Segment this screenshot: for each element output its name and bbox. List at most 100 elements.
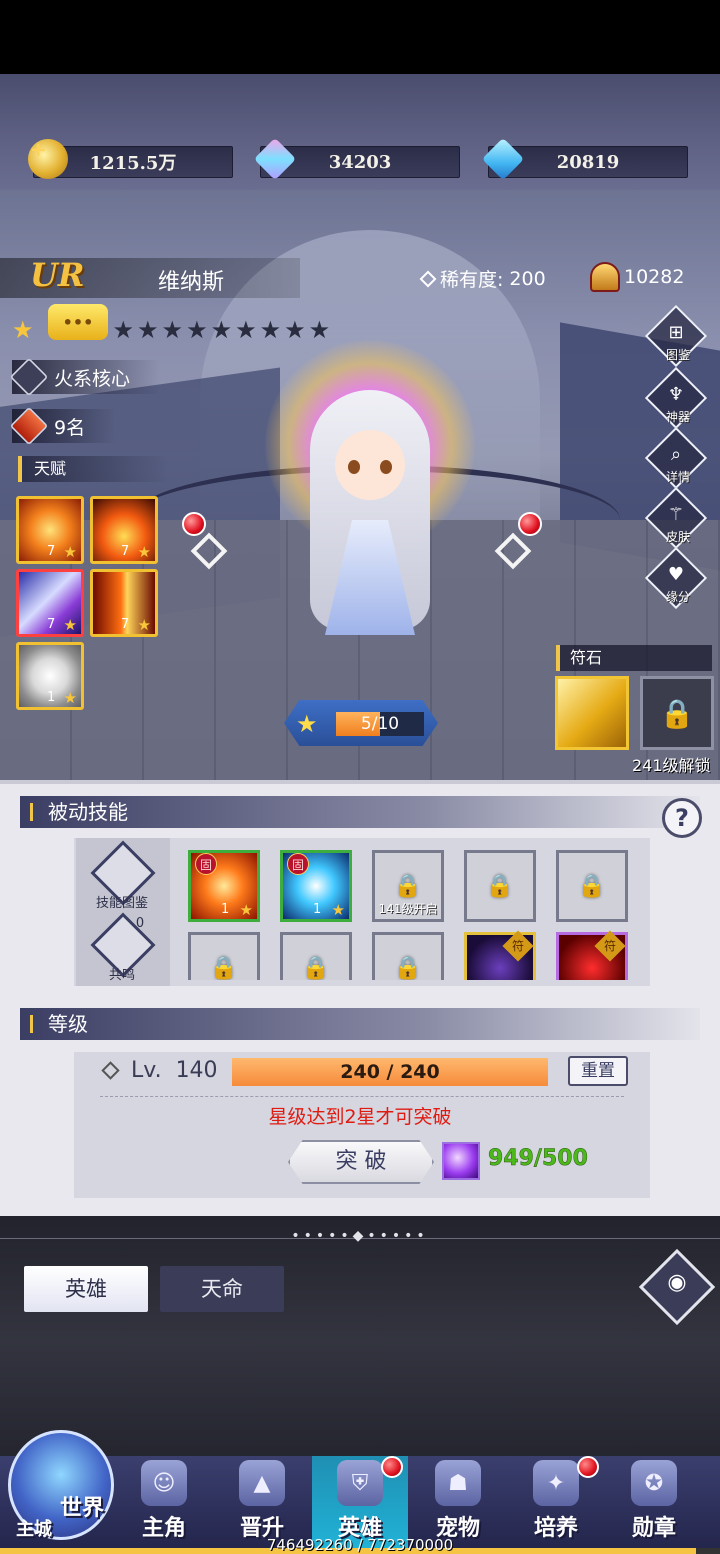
breakthrough-button[interactable]: 突 破: [288, 1140, 434, 1184]
nav-pet[interactable]: ☗ 宠物: [410, 1456, 506, 1548]
passive-skill-fire[interactable]: 固 1 ★: [188, 850, 260, 922]
diamond-currency[interactable]: 20819: [481, 137, 688, 181]
rainbow-gem-currency[interactable]: 34203: [253, 137, 460, 181]
rarity-diamond-icon: [419, 270, 437, 287]
rank-label: 9名: [54, 416, 86, 439]
talent-slot-1[interactable]: 7 ★: [16, 496, 84, 564]
rank-tag[interactable]: 9名: [9, 406, 116, 446]
swirl-eye-icon: ◉: [667, 1270, 687, 1295]
notification-dot: [381, 1456, 403, 1478]
star-empty-icon: ★: [308, 316, 331, 344]
crown-icon: [590, 262, 620, 292]
breakthrough-hint: 星级达到2星才可突破: [268, 1106, 452, 1128]
power-value: 10282: [624, 266, 685, 288]
prev-hero-orb-icon: [182, 512, 206, 536]
bond-icon: ♥: [667, 564, 685, 585]
gold-value: 1215.5万: [89, 153, 177, 174]
level-divider: [100, 1096, 624, 1097]
star-icon: ★: [137, 616, 151, 634]
rune-tag-icon: 符: [502, 930, 534, 962]
promotion-icon: ▲: [239, 1460, 285, 1506]
talent-level: 7: [47, 544, 56, 559]
lock-icon: 🔒: [210, 955, 238, 981]
rune-unlock-text: 241级解锁: [632, 756, 711, 775]
passive-skill-row-2: 🔒 🔒 🔒 符 符: [170, 928, 650, 980]
fixed-tag: 固: [287, 853, 309, 875]
resonance-count: 0: [135, 916, 145, 931]
talent-slot-5[interactable]: 1 ★: [16, 642, 84, 710]
passive-skill-rune-red[interactable]: 符: [556, 930, 628, 980]
passive-skill-locked[interactable]: 🔒 141级开启: [372, 850, 444, 922]
resonance-label: 共鸣: [108, 968, 135, 983]
flame-rank-icon: [9, 406, 49, 446]
rarity-label: 稀有度:: [440, 269, 504, 291]
diamond-value: 20819: [556, 151, 620, 173]
passive-skill-rune-dark[interactable]: 符: [464, 930, 536, 980]
lock-icon: 🔒: [578, 873, 606, 899]
talent-label: 天赋: [18, 456, 168, 482]
passive-skill-locked[interactable]: 🔒: [556, 850, 628, 922]
nav-protagonist[interactable]: ☺ 主角: [116, 1456, 212, 1548]
talent-slot-2[interactable]: 7 ★: [90, 496, 158, 564]
lock-icon: 🔒: [394, 955, 422, 981]
level-value: 140: [175, 1058, 218, 1083]
rune-slot-gold[interactable]: [555, 676, 629, 750]
lock-icon: 🔒: [302, 955, 330, 981]
star-empty-icon: ★: [137, 316, 159, 344]
hero-face: [335, 430, 405, 500]
train-icon: ✦: [533, 1460, 579, 1506]
artifact-icon: ♆: [667, 384, 685, 405]
hero-name: 维纳斯: [158, 270, 225, 295]
star-empty-icon: ★: [161, 316, 184, 344]
star-icon: ★: [137, 543, 151, 561]
rune-slot-locked[interactable]: 🔒: [640, 676, 714, 750]
hero-character[interactable]: [300, 390, 440, 640]
reset-button[interactable]: 重置: [568, 1056, 628, 1086]
fixed-tag: 固: [195, 853, 217, 875]
passive-skill-locked[interactable]: 🔒: [188, 932, 260, 980]
bond-label: 缘分: [665, 590, 690, 604]
rune-label: 符石: [556, 645, 712, 671]
element-tag[interactable]: 火系核心: [9, 357, 161, 397]
tab-destiny[interactable]: 天命: [160, 1266, 284, 1312]
hero-helmet-icon: ⛨: [337, 1460, 383, 1506]
tab-hero[interactable]: 英雄: [24, 1266, 148, 1312]
artifact-label: 神器: [665, 410, 690, 424]
hero-eye-right: [380, 460, 392, 474]
rainbow-gem-value: 34203: [328, 151, 392, 173]
account-exp-text: 746492260 / 772370000: [266, 1536, 454, 1554]
star-empty-icon: ★: [186, 316, 208, 344]
passive-skill-locked[interactable]: 🔒: [372, 932, 444, 980]
passive-skill-water[interactable]: 固 1 ★: [280, 850, 352, 922]
level-header: 等级: [20, 1008, 700, 1040]
talent-level: 7: [47, 617, 56, 632]
talent-level: 7: [121, 617, 130, 632]
divider-ornament-icon: •••••◆•••••: [291, 1228, 429, 1244]
star-icon: ★: [63, 689, 77, 707]
talent-slot-4[interactable]: 7 ★: [90, 569, 158, 637]
talent-slot-3[interactable]: 7 ★: [16, 569, 84, 637]
passive-skill-locked[interactable]: 🔒: [464, 850, 536, 922]
next-hero-orb-icon: [518, 512, 542, 536]
rune-tag-icon: 符: [594, 930, 626, 962]
star-icon: ★: [331, 901, 345, 919]
medal-icon: ✪: [631, 1460, 677, 1506]
lock-icon: 🔒: [394, 873, 422, 899]
breakthrough-cost: 949/500: [488, 1146, 588, 1172]
codex-label: 图鉴: [665, 348, 690, 362]
skin-icon: ⚚: [667, 504, 685, 525]
level-prefix: Lv.: [131, 1058, 162, 1083]
nav-medal[interactable]: ✪ 勋章: [606, 1456, 702, 1548]
star-empty-icon: ★: [284, 316, 306, 344]
nav-promotion[interactable]: ▲ 晋升: [214, 1456, 310, 1548]
crossed-swords-icon: [9, 357, 49, 397]
star-empty-icon: ★: [235, 316, 257, 344]
protagonist-icon: ☺: [141, 1460, 187, 1506]
help-button[interactable]: ?: [662, 798, 702, 838]
passive-skill-locked[interactable]: 🔒: [280, 932, 352, 980]
lock-icon: 🔒: [659, 696, 695, 730]
gold-currency[interactable]: + 1215.5万: [28, 137, 233, 179]
notification-dot: [577, 1456, 599, 1478]
star-icon: ★: [63, 616, 77, 634]
chat-bubble-icon[interactable]: •••: [48, 304, 108, 340]
